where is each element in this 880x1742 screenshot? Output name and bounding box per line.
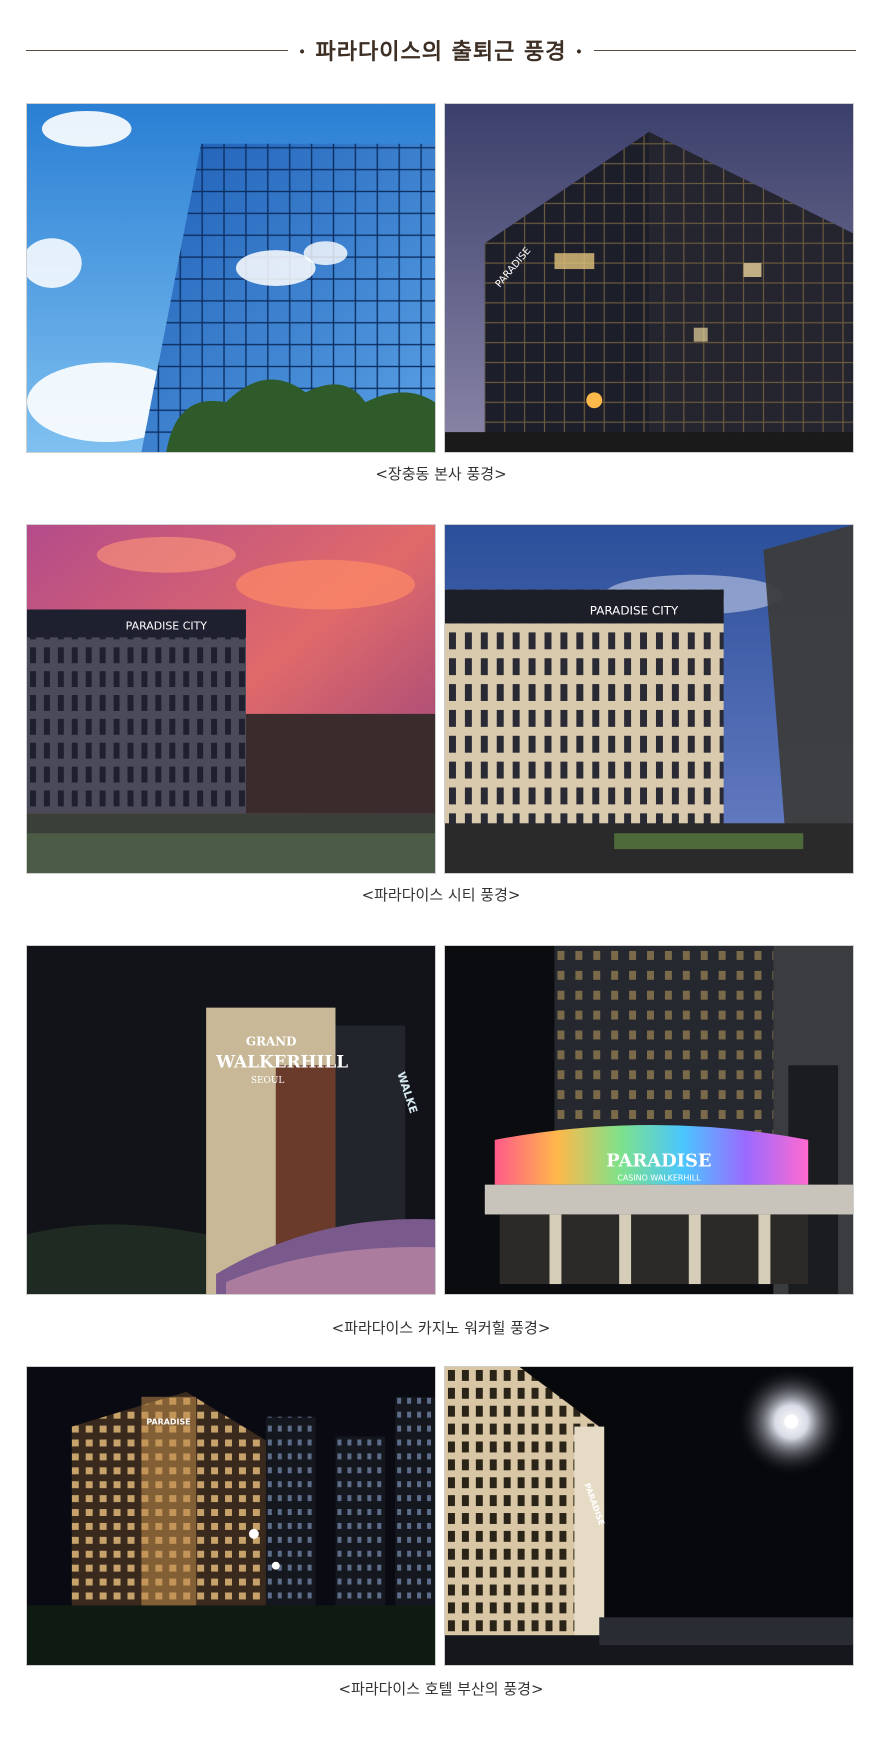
section-casino-walkerhill: GRAND WALKERHILL SEOUL WALKE PARADISE CA…: [26, 945, 856, 1337]
header-rule-right: [593, 49, 857, 51]
hq-dusk-photo: PARADISE: [444, 103, 854, 453]
city-night-photo: PARADISE CITY: [444, 524, 854, 874]
seoul-text: SEOUL: [251, 1076, 285, 1086]
photo-row: PARADISE: [26, 103, 856, 455]
section-caption: <파라다이스 카지노 워커힐 풍경>: [331, 1319, 551, 1337]
walkerhill-text: WALKERHILL: [215, 1051, 348, 1071]
casino-brand-text: PARADISE: [606, 1151, 711, 1172]
section-caption: <파라다이스 시티 풍경>: [361, 886, 521, 904]
page-header: · 파라다이스의 출퇴근 풍경 ·: [26, 30, 857, 70]
casino-sub-text: CASINO WALKERHILL: [617, 1174, 701, 1183]
city-sunset-photo: PARADISE CITY: [26, 524, 436, 874]
busan-logo-text: PARADISE: [146, 1418, 190, 1427]
photo-row: PARADISE CITY PARADISE CITY: [26, 524, 856, 876]
hq-day-photo: [26, 103, 436, 453]
photo-row: GRAND WALKERHILL SEOUL WALKE PARADISE CA…: [26, 945, 856, 1297]
busan-hotel-photo: PARADISE: [26, 1366, 436, 1666]
city-logo-text-night: PARADISE CITY: [590, 603, 679, 617]
grand-text: GRAND: [246, 1034, 297, 1048]
section-hq: PARADISE <장충동 본사 풍경>: [26, 103, 856, 483]
busan-moon-photo: PARADISE: [444, 1366, 854, 1666]
page-title: · 파라다이스의 출퇴근 풍경 ·: [298, 39, 584, 65]
section-caption: <장충동 본사 풍경>: [375, 465, 507, 483]
casino-walkerhill-photo: PARADISE CASINO WALKERHILL: [444, 945, 854, 1295]
section-hotel-busan: PARADISE PARADISE <파라다이스 호텔 부산의 풍경>: [26, 1366, 856, 1698]
photo-row: PARADISE: [26, 1366, 856, 1668]
city-logo-text: PARADISE CITY: [126, 619, 208, 632]
section-paradise-city: PARADISE CITY PARADISE CITY <파라다이스 시티 풍경…: [26, 524, 856, 904]
walkerhill-hotel-photo: GRAND WALKERHILL SEOUL WALKE: [26, 945, 436, 1295]
header-rule-left: [26, 49, 289, 51]
section-caption: <파라다이스 호텔 부산의 풍경>: [338, 1680, 544, 1698]
